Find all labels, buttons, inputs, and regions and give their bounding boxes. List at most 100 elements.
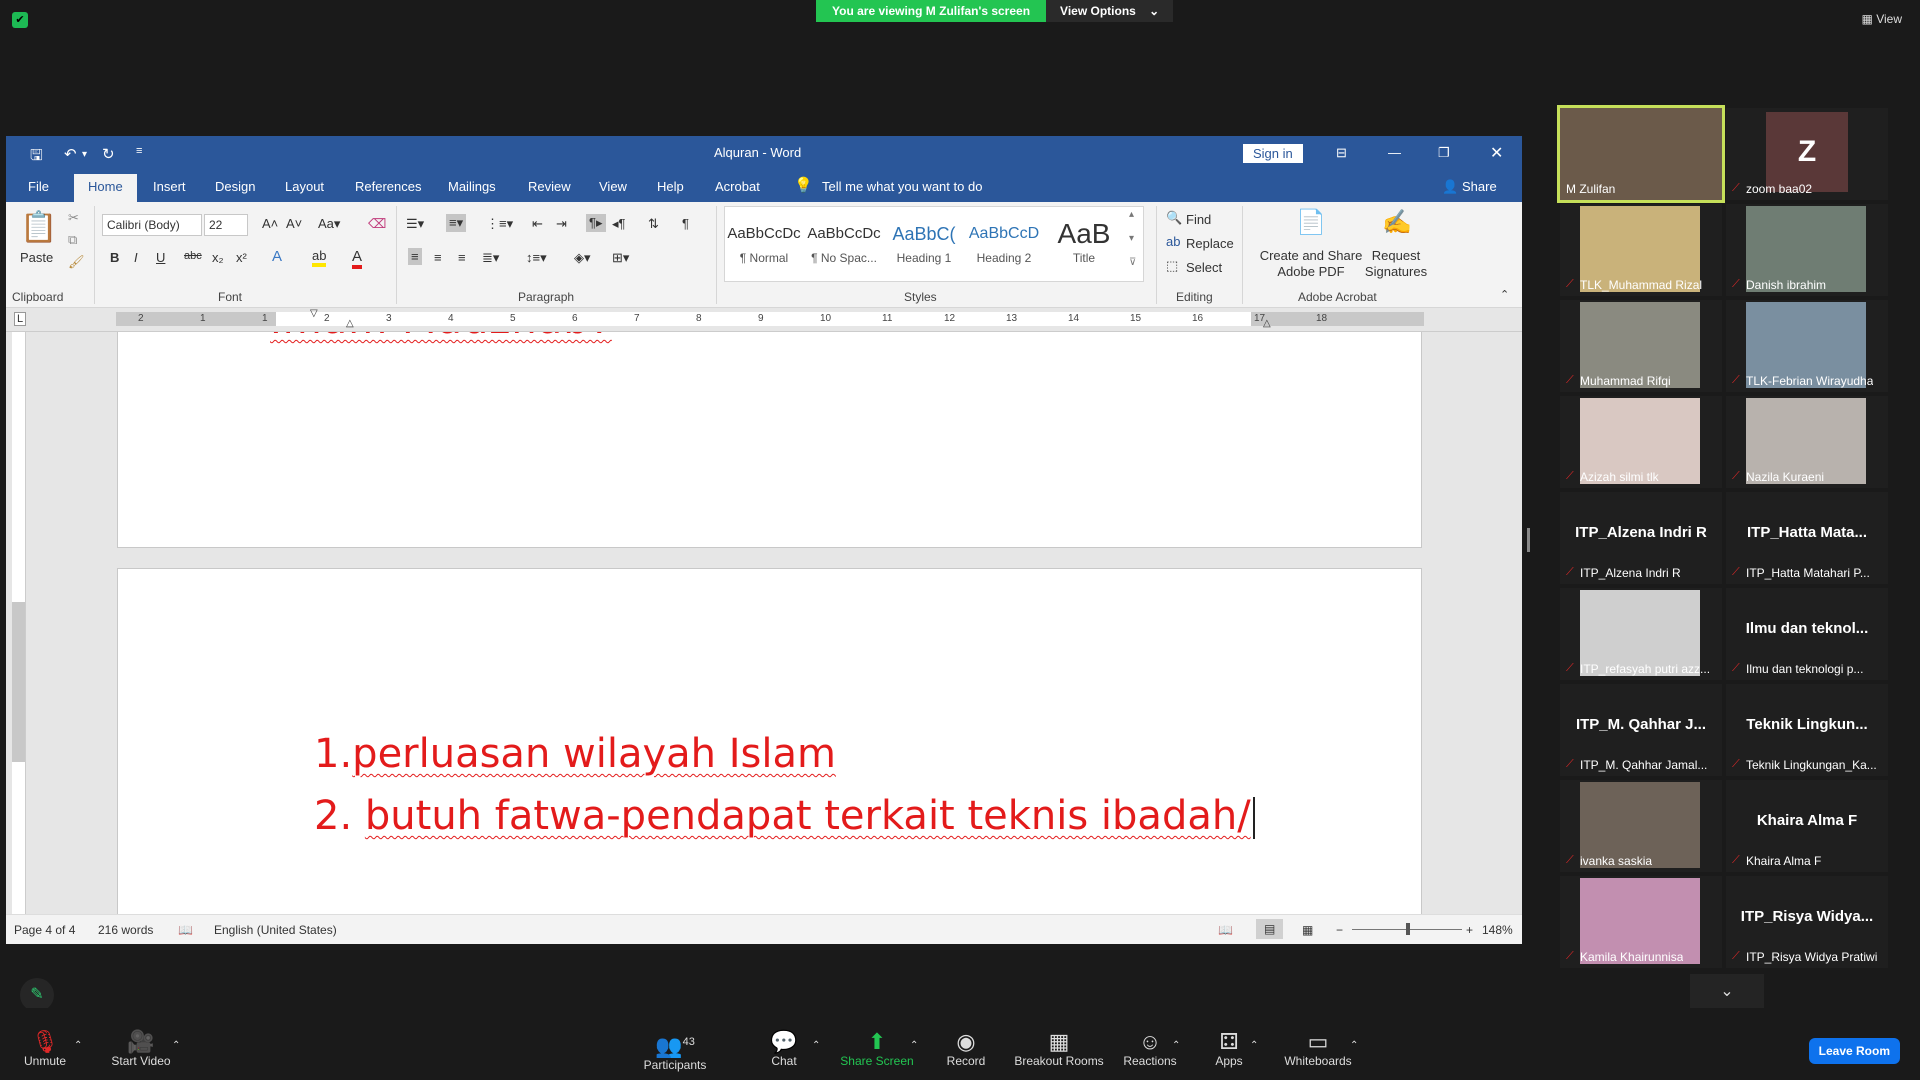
font-name-select[interactable]: Calibri (Body) xyxy=(102,214,202,236)
tab-selector-icon[interactable]: L xyxy=(14,312,27,326)
styles-scroll-up-icon[interactable]: ▴ xyxy=(1129,209,1134,220)
participant-tile[interactable]: Ilmu dan teknol... ⟋ Ilmu dan teknologi p.… xyxy=(1726,588,1888,680)
share-icon[interactable]: 👤 xyxy=(1442,179,1458,195)
page-indicator[interactable]: Page 4 of 4 xyxy=(14,923,75,937)
print-layout-icon[interactable]: ▤ xyxy=(1256,919,1284,939)
document-canvas[interactable]: Imam Madzhab? 1.perluasan wilayah Islam … xyxy=(6,332,1522,914)
request-signatures-label[interactable]: Request xyxy=(1356,248,1436,263)
cut-icon[interactable]: ✂ xyxy=(68,210,79,226)
participant-tile[interactable]: ITP_Risya Widya... ⟋ ITP_Risya Widya Prati… xyxy=(1726,876,1888,968)
apps-options-chevron-icon[interactable]: ⌃ xyxy=(1250,1040,1258,1051)
participant-tile[interactable]: ⟋ ITP_refasyah putri azz... xyxy=(1560,588,1722,680)
participant-tile[interactable]: ⟋ TLK_Muhammad Rizal xyxy=(1560,204,1722,296)
close-icon[interactable]: ✕ xyxy=(1490,143,1503,163)
text-effects-icon[interactable]: A xyxy=(272,248,282,265)
bullets-icon[interactable]: ☰▾ xyxy=(406,216,424,232)
decrease-indent-icon[interactable]: ⇤ xyxy=(532,216,543,232)
bold-icon[interactable]: B xyxy=(110,250,119,265)
clear-formatting-icon[interactable]: ⌫ xyxy=(368,216,386,232)
subscript-icon[interactable]: x₂ xyxy=(212,250,224,265)
tab-mailings[interactable]: Mailings xyxy=(448,179,496,194)
style-normal[interactable]: AaBbCcDc ¶ Normal xyxy=(725,217,803,283)
align-center-icon[interactable]: ≡ xyxy=(434,250,442,265)
font-size-select[interactable]: 22 xyxy=(204,214,248,236)
zoom-out-icon[interactable]: − xyxy=(1336,923,1343,937)
numbering-icon[interactable]: ≡▾ xyxy=(446,214,467,232)
share-options-chevron-icon[interactable]: ⌃ xyxy=(910,1040,918,1051)
page-3[interactable]: Imam Madzhab? xyxy=(117,332,1422,548)
audio-options-chevron-icon[interactable]: ⌃ xyxy=(74,1040,82,1051)
first-line-indent-marker[interactable]: ▽ xyxy=(310,308,318,319)
gallery-scroll-down-button[interactable]: ⌄ xyxy=(1690,974,1764,1010)
tell-me-search[interactable]: Tell me what you want to do xyxy=(822,179,982,194)
page-4[interactable]: 1.perluasan wilayah Islam 2. butuh fatwa… xyxy=(117,568,1422,914)
styles-scroll-down-icon[interactable]: ▾ xyxy=(1129,233,1134,244)
italic-icon[interactable]: I xyxy=(134,250,138,265)
ltr-icon[interactable]: ¶▸ xyxy=(586,214,606,232)
participant-tile[interactable]: Khaira Alma F ⟋ Khaira Alma F xyxy=(1726,780,1888,872)
whiteboards-options-chevron-icon[interactable]: ⌃ xyxy=(1350,1040,1358,1051)
tab-help[interactable]: Help xyxy=(657,179,684,194)
panel-resize-handle[interactable] xyxy=(1527,528,1530,552)
font-color-icon[interactable]: A xyxy=(352,248,363,269)
create-pdf-label[interactable]: Create and Share xyxy=(1256,248,1366,263)
style-heading-1[interactable]: AaBbC(Heading 1 xyxy=(885,217,963,283)
start-video-button[interactable]: 🎥 Start Video xyxy=(106,1030,176,1069)
participant-tile[interactable]: Z ⟋ zoom baa02 xyxy=(1726,108,1888,200)
select-button[interactable]: Select xyxy=(1186,260,1222,275)
proofing-icon[interactable]: 📖 xyxy=(178,923,193,937)
breakout-rooms-button[interactable]: ▦ Breakout Rooms xyxy=(1014,1030,1104,1069)
view-layout-button[interactable]: ▦ View xyxy=(1862,12,1902,26)
replace-icon[interactable]: ab xyxy=(1166,234,1180,249)
zoom-slider-thumb[interactable] xyxy=(1406,923,1410,935)
copy-icon[interactable]: ⧉ xyxy=(68,232,77,248)
participant-tile[interactable]: ITP_M. Qahhar J... ⟋ ITP_M. Qahhar Jamal..… xyxy=(1560,684,1722,776)
collapse-ribbon-icon[interactable]: ⌃ xyxy=(1500,288,1509,301)
redo-icon[interactable]: ↻ xyxy=(102,145,115,163)
whiteboards-button[interactable]: ▭ Whiteboards xyxy=(1280,1030,1356,1069)
participant-tile[interactable]: ⟋ Azizah silmi tlk xyxy=(1560,396,1722,488)
participant-tile[interactable]: ⟋ Muhammad Rifqi xyxy=(1560,300,1722,392)
tab-view[interactable]: View xyxy=(599,179,627,194)
strikethrough-icon[interactable]: abc xyxy=(184,250,202,262)
share-button[interactable]: Share xyxy=(1462,179,1497,194)
highlight-icon[interactable]: ab xyxy=(312,248,327,267)
restore-icon[interactable]: ❐ xyxy=(1438,145,1450,161)
web-layout-icon[interactable]: ▦ xyxy=(1302,923,1313,937)
borders-icon[interactable]: ⊞▾ xyxy=(612,250,629,266)
sort-icon[interactable]: ⇅ xyxy=(648,216,659,232)
zoom-in-icon[interactable]: + xyxy=(1466,923,1473,937)
ribbon-display-icon[interactable]: ⊟ xyxy=(1336,145,1347,161)
participant-tile[interactable]: ⟋ TLK-Febrian Wirayudha xyxy=(1726,300,1888,392)
justify-icon[interactable]: ≣▾ xyxy=(482,250,499,266)
replace-button[interactable]: Replace xyxy=(1186,236,1234,251)
participant-tile[interactable]: ⟋ ivanka saskia xyxy=(1560,780,1722,872)
tab-layout[interactable]: Layout xyxy=(285,179,324,194)
participant-tile[interactable]: ⟋ Danish ibrahim xyxy=(1726,204,1888,296)
leave-room-button[interactable]: Leave Room xyxy=(1808,1038,1900,1064)
line-spacing-icon[interactable]: ↕≡▾ xyxy=(526,250,547,266)
save-icon[interactable]: 🖫 xyxy=(30,145,43,170)
find-icon[interactable]: 🔍 xyxy=(1166,210,1182,226)
style-title[interactable]: AaB Title xyxy=(1045,217,1123,283)
align-left-icon[interactable]: ≡ xyxy=(408,248,422,265)
security-shield-icon[interactable]: ✔ xyxy=(12,12,28,28)
increase-indent-icon[interactable]: ⇥ xyxy=(556,216,567,232)
hanging-indent-marker[interactable]: △ xyxy=(346,318,354,329)
tab-review[interactable]: Review xyxy=(528,179,571,194)
participant-tile[interactable]: ITP_Hatta Mata... ⟋ ITP_Hatta Matahari P..… xyxy=(1726,492,1888,584)
undo-icon[interactable]: ↶ xyxy=(64,145,77,163)
find-button[interactable]: Find xyxy=(1186,212,1211,227)
participant-tile[interactable]: ⟋ Kamila Khairunnisa xyxy=(1560,876,1722,968)
unmute-button[interactable]: 🎙 Unmute xyxy=(20,1030,70,1069)
grow-font-icon[interactable]: A˄ xyxy=(262,216,278,231)
format-painter-icon[interactable]: 🖌 xyxy=(68,254,85,270)
participant-tile[interactable]: ⟋ Nazila Kuraeni xyxy=(1726,396,1888,488)
paste-label[interactable]: Paste xyxy=(20,250,53,265)
participant-tile[interactable]: M Zulifan xyxy=(1557,105,1725,203)
align-right-icon[interactable]: ≡ xyxy=(458,250,466,265)
participants-button[interactable]: 👥43 Participants xyxy=(642,1030,708,1073)
word-count[interactable]: 216 words xyxy=(98,923,153,937)
language-indicator[interactable]: English (United States) xyxy=(214,923,337,937)
paste-icon[interactable]: 📋 xyxy=(20,210,57,245)
